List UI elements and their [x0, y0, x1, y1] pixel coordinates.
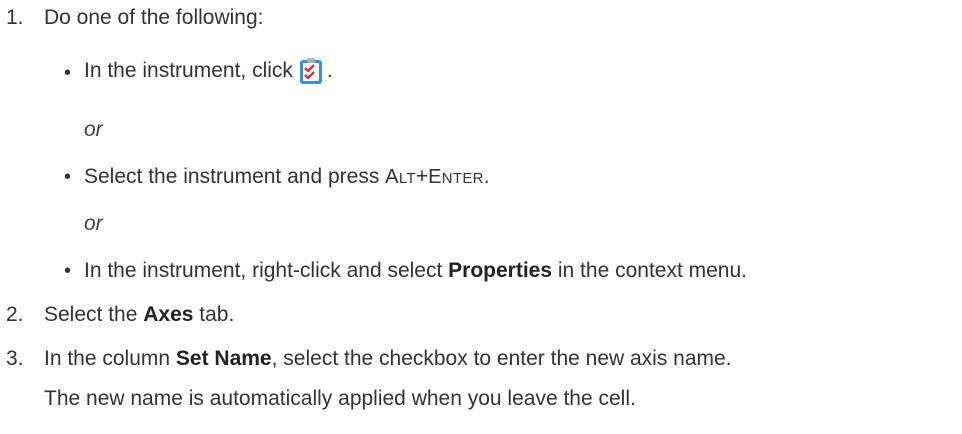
step-text: Do one of the following: [44, 6, 264, 29]
or-separator: or [84, 212, 103, 235]
properties-checklist-icon[interactable] [299, 57, 325, 85]
option-text: In the instrument, click . [84, 57, 333, 85]
step-text: In the column Set Name, select the check… [44, 347, 732, 370]
set-name-label: Set Name [175, 347, 272, 370]
bullet: • [64, 62, 72, 84]
step-number: 3. [6, 347, 24, 370]
step-text: Select the Axes tab. [44, 303, 235, 326]
alt-key: ALT [385, 166, 416, 188]
option-text: Select the instrument and press ALT+ENTE… [84, 165, 490, 188]
enter-key: ENTER [428, 166, 484, 188]
step-number: 1. [6, 6, 24, 29]
bullet: • [64, 166, 72, 188]
step-number: 2. [6, 303, 24, 326]
step-3-note: The new name is automatically applied wh… [44, 387, 636, 410]
bullet: • [64, 260, 72, 282]
or-separator: or [84, 118, 103, 141]
option-text: In the instrument, right-click and selec… [84, 259, 747, 282]
properties-label: Properties [448, 259, 553, 282]
axes-label: Axes [143, 303, 194, 326]
instruction-steps: 1. Do one of the following: • In the ins… [0, 0, 962, 434]
